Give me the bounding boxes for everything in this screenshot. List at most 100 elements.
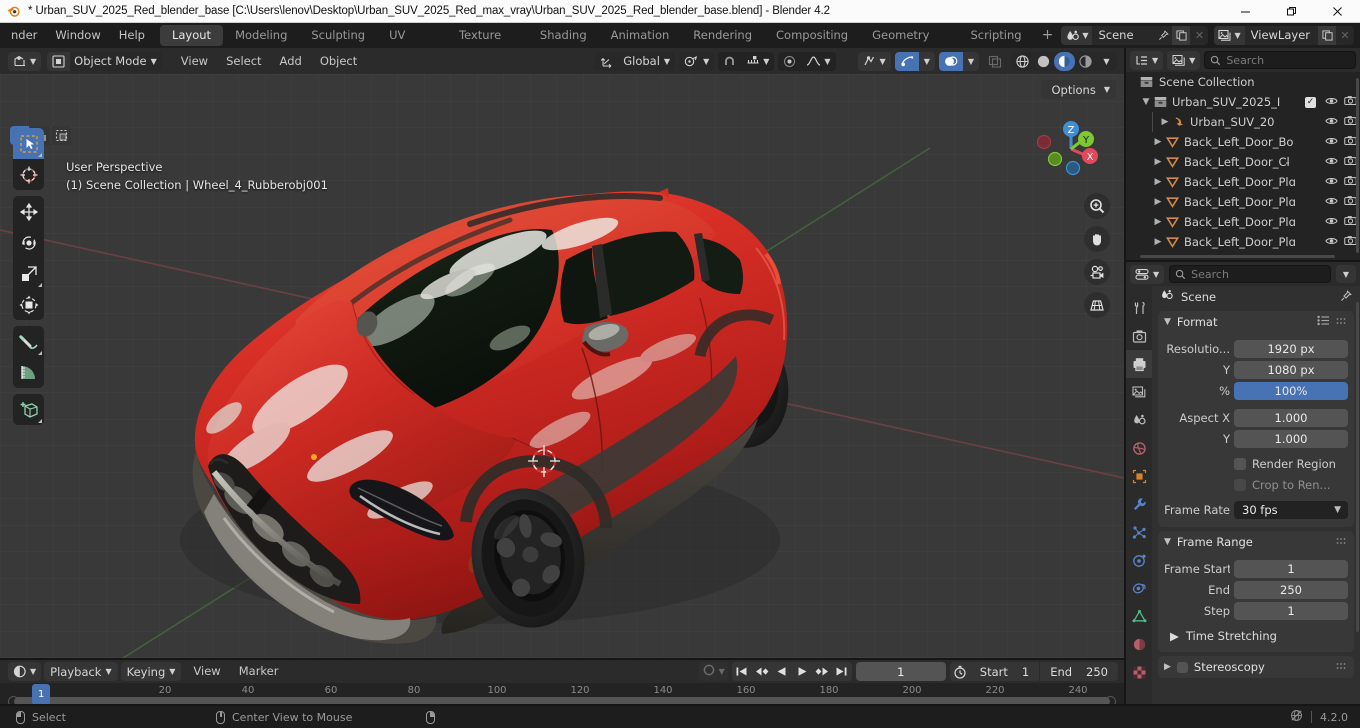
scene-browse-icon[interactable]: ▼ (1061, 26, 1093, 45)
current-frame-field[interactable]: 1 (855, 662, 946, 681)
outliner-display-mode-icon[interactable]: ▼ (1130, 50, 1164, 70)
render-region-checkbox[interactable] (1234, 457, 1246, 470)
orientation-icon[interactable] (595, 52, 619, 71)
orientation-label[interactable]: Global (619, 54, 664, 68)
tab-compositing[interactable]: Compositing (764, 25, 860, 46)
maximize-button[interactable] (1268, 0, 1314, 23)
tab-particles[interactable] (1126, 518, 1152, 546)
panel-drag-handle-icon[interactable] (1336, 315, 1348, 329)
menu-add[interactable]: Add (271, 52, 311, 71)
eye-icon[interactable] (1325, 195, 1338, 209)
eye-icon[interactable] (1325, 135, 1338, 149)
tab-shading[interactable]: Shading (528, 25, 599, 46)
zoom-icon[interactable] (1084, 193, 1110, 219)
tab-output[interactable] (1126, 350, 1152, 378)
tab-texture[interactable] (1126, 658, 1152, 686)
scene-selector[interactable]: ▼ Scene ✕ (1061, 26, 1209, 45)
outliner-row-toggles[interactable] (1321, 195, 1357, 209)
panel-drag-handle-icon[interactable] (1336, 535, 1348, 549)
outliner-scrollbar-vertical[interactable] (1356, 78, 1359, 253)
eye-icon[interactable] (1325, 155, 1338, 169)
outliner[interactable]: ▼ ▼ Search Scene Collection ▼ Urban_SUV_… (1126, 48, 1360, 260)
unlink-viewlayer-icon[interactable]: ✕ (1336, 26, 1354, 45)
chevron-down-icon[interactable]: ▼ (151, 57, 162, 66)
move-icon[interactable] (13, 196, 44, 227)
object-mode-label[interactable]: Object Mode (70, 54, 150, 68)
material-preview-icon[interactable] (1054, 51, 1075, 71)
proportional-edit-group[interactable]: ▼ (778, 51, 836, 71)
transform-icon[interactable] (13, 289, 44, 320)
properties-search-input[interactable]: Search (1169, 265, 1331, 283)
scene-name[interactable]: Scene (1092, 26, 1155, 45)
tweak-select-box-icon[interactable] (13, 128, 44, 159)
chevron-down-icon[interactable]: ▼ (1164, 537, 1171, 547)
tab-scripting[interactable]: Scripting (958, 25, 1033, 46)
aspect-y-field[interactable]: 1.000 (1234, 429, 1348, 448)
eye-icon[interactable] (1325, 115, 1338, 129)
menu-object[interactable]: Object (311, 52, 366, 71)
xray-dropdown-icon[interactable]: ▼ (962, 51, 979, 71)
resolution-percent-slider[interactable]: 100% (1234, 381, 1348, 400)
editor-type-properties-icon[interactable]: ▼ (1130, 264, 1165, 284)
show-gizmo-group[interactable]: ▼ (857, 51, 891, 71)
tab-scene[interactable] (1126, 406, 1152, 434)
falloff-curve-icon[interactable]: ▼ (801, 51, 836, 71)
panel-drag-handle-icon[interactable] (1336, 660, 1348, 674)
tab-rendering[interactable]: Rendering (681, 25, 764, 46)
stereoscopy-panel-header[interactable]: ▶ Stereoscopy (1158, 656, 1354, 678)
outliner-filter-icon[interactable]: ▼ (1167, 50, 1201, 70)
chevron-right-icon[interactable]: ▶ (1152, 152, 1164, 172)
pin-icon[interactable] (1154, 26, 1173, 45)
properties-scrollbar[interactable] (1356, 302, 1359, 632)
xray-toggle-icon[interactable] (938, 51, 963, 71)
add-workspace-button[interactable]: + (1034, 25, 1062, 46)
new-viewlayer-icon[interactable] (1318, 26, 1336, 45)
tab-render[interactable] (1126, 322, 1152, 350)
tab-uv-editing[interactable]: UV Editing (377, 25, 447, 63)
solid-icon[interactable] (1033, 52, 1054, 71)
timeline-editor[interactable]: ▼ Playback ▼ Keying ▼ View Marker ▼ 1 St… (0, 660, 1124, 706)
timeline-menu-view[interactable]: View (184, 662, 229, 681)
outliner-filter[interactable]: ▼ (1167, 50, 1201, 70)
eye-icon[interactable] (1325, 175, 1338, 189)
prev-keyframe-icon[interactable] (752, 662, 772, 681)
rendered-icon[interactable] (1075, 52, 1096, 71)
properties-tab-column[interactable] (1126, 286, 1152, 706)
measure-icon[interactable] (13, 357, 44, 388)
outliner-search-input[interactable]: Search (1204, 51, 1356, 69)
object-mode-selector[interactable]: Object Mode ▼ (47, 51, 162, 71)
editor-type-3dview-icon[interactable]: ▼ (8, 51, 42, 71)
shading-dropdown-icon[interactable]: ▼ (1096, 52, 1117, 71)
frame-end-field[interactable]: 250 (1234, 580, 1348, 599)
time-stretching-subpanel-header[interactable]: ▶ Time Stretching (1158, 626, 1354, 646)
toggle-perspective-icon[interactable] (1084, 292, 1110, 318)
navigation-gizmo[interactable]: Z Y X (1030, 108, 1112, 190)
rotate-icon[interactable] (13, 227, 44, 258)
aspect-x-field[interactable]: 1.000 (1234, 408, 1348, 427)
outliner-row-toggles[interactable]: ✓ (1298, 95, 1357, 109)
close-button[interactable] (1314, 0, 1360, 23)
toggle-xray-icon[interactable] (983, 52, 1007, 71)
chevron-right-icon[interactable]: ▶ (1152, 172, 1164, 192)
menu-window[interactable]: Window (46, 23, 109, 48)
outliner-row-toggles[interactable] (1321, 235, 1357, 249)
cursor-icon[interactable] (13, 159, 44, 190)
viewport-toolbar[interactable] (13, 128, 44, 431)
tab-data[interactable] (1126, 602, 1152, 630)
editor-splitter-horizontal-left[interactable] (0, 658, 1124, 660)
timeline-editor-type[interactable]: ▼ (8, 662, 42, 681)
tab-world[interactable] (1126, 434, 1152, 462)
chevron-right-icon[interactable]: ▶ (1152, 192, 1164, 212)
tab-texture-paint[interactable]: Texture Paint (447, 25, 528, 63)
menu-view[interactable]: View (172, 52, 217, 71)
tab-animation[interactable]: Animation (599, 25, 682, 46)
snapping-group[interactable]: ▼ (718, 51, 775, 71)
outliner-row-toggles[interactable] (1321, 135, 1357, 149)
preset-list-icon[interactable] (1317, 315, 1330, 329)
outliner-row-scene-collection[interactable]: Scene Collection (1126, 72, 1360, 92)
record-circle-icon[interactable] (702, 663, 716, 680)
resolution-x-field[interactable]: 1920 px (1234, 339, 1348, 358)
show-gizmo-icon[interactable]: ▼ (857, 51, 891, 71)
play-reverse-icon[interactable] (772, 662, 792, 681)
eye-icon[interactable] (1325, 95, 1338, 109)
